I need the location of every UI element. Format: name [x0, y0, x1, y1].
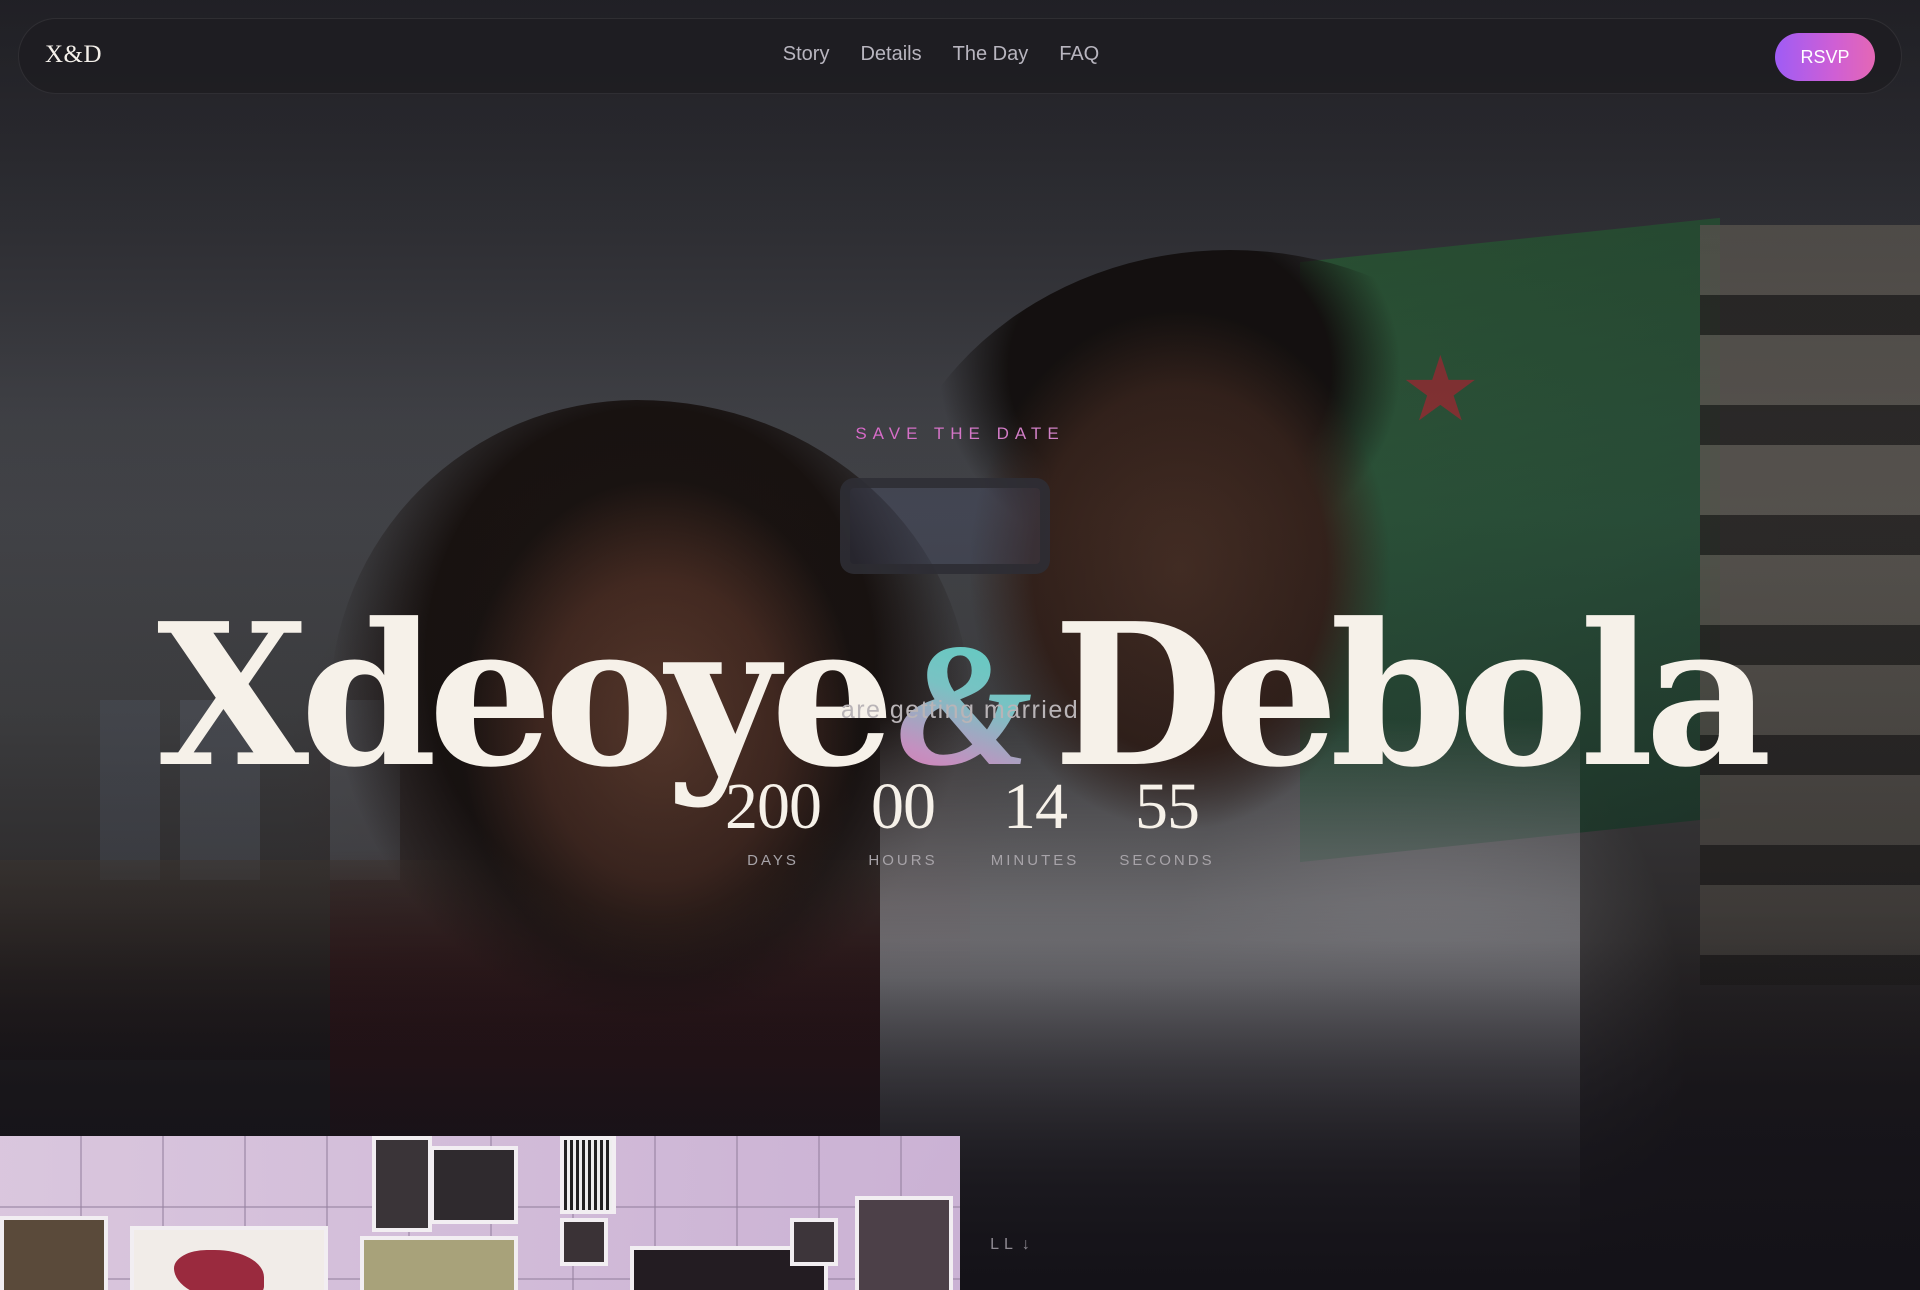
top-navigation-bar: X&D Story Details The Day FAQ RSVP: [18, 18, 1902, 94]
wall-print: [130, 1226, 328, 1290]
countdown-hours-label: HOURS: [868, 852, 938, 869]
countdown-timer: 200 DAYS 00 HOURS 14 MINUTES 55 SECONDS: [6, 770, 1920, 869]
countdown-minutes: 14 MINUTES: [985, 770, 1085, 869]
wall-print: [0, 1216, 108, 1290]
nav-link-the-day[interactable]: The Day: [953, 43, 1029, 66]
countdown-days-label: DAYS: [747, 852, 799, 869]
countdown-minutes-label: MINUTES: [990, 852, 1080, 869]
nav-link-details[interactable]: Details: [860, 43, 921, 66]
nav-links: Story Details The Day FAQ: [0, 43, 1883, 66]
arrow-down-icon: ↓: [1021, 1236, 1030, 1253]
countdown-hours: 00 HOURS: [853, 770, 953, 869]
wall-print: [360, 1236, 518, 1290]
wall-print: [560, 1218, 608, 1266]
gallery-photo-card[interactable]: [0, 1136, 960, 1290]
countdown-seconds-value: 55: [1135, 770, 1200, 843]
nav-link-story[interactable]: Story: [783, 43, 830, 66]
countdown-days: 200 DAYS: [715, 770, 831, 869]
wall-print: [430, 1146, 518, 1224]
scroll-hint-label: LL: [990, 1236, 1018, 1253]
countdown-hours-value: 00: [871, 770, 936, 843]
scroll-hint[interactable]: LL ↓: [900, 1236, 1120, 1254]
countdown-days-value: 200: [725, 770, 822, 843]
wall-print: [790, 1218, 838, 1266]
save-the-date-eyebrow: SAVE THE DATE: [0, 424, 1920, 444]
hero-subtitle: are getting married: [840, 696, 1080, 724]
countdown-seconds-label: SECONDS: [1119, 852, 1215, 869]
wall-print: [560, 1136, 616, 1214]
nav-link-faq[interactable]: FAQ: [1059, 43, 1099, 66]
countdown-minutes-value: 14: [1003, 770, 1068, 843]
wall-print: [372, 1136, 432, 1232]
countdown-seconds: 55 SECONDS: [1117, 770, 1217, 869]
rsvp-button[interactable]: RSVP: [1775, 33, 1875, 81]
